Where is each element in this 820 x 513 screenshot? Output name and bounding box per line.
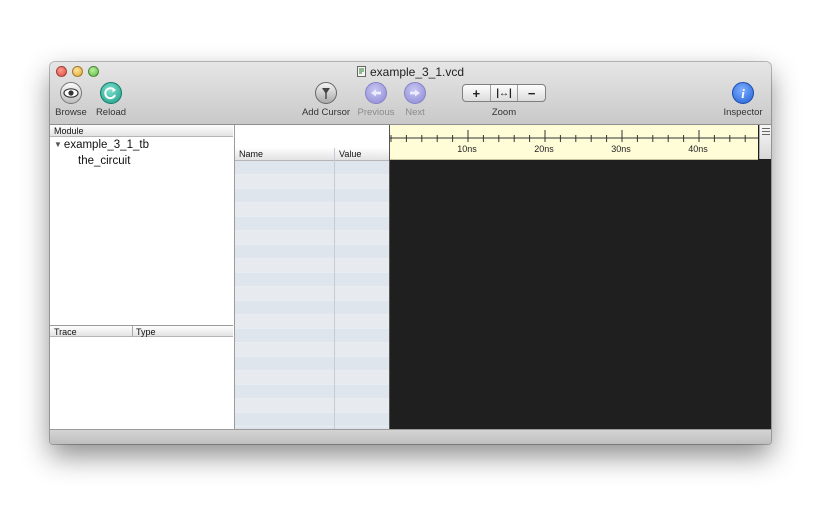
list-row [235,245,389,259]
trace-column-header[interactable]: Trace [54,327,77,337]
list-row [235,301,389,315]
tick-label: 30ns [611,144,631,154]
info-icon: i [732,82,754,104]
reload-button[interactable]: Reload [93,82,129,118]
next-label: Next [405,107,425,118]
list-row [235,189,389,203]
tree-item-label: example_3_1_tb [63,139,149,151]
reload-icon [100,82,122,104]
tree-item-example-3-1-tb[interactable]: ▼ example_3_1_tb [54,139,149,151]
zoom-in-button[interactable]: + [463,85,491,101]
ruler-menu-button[interactable] [759,125,771,159]
signal-list-top [235,125,389,149]
document-icon [356,66,366,77]
window-title: example_3_1.vcd [50,65,771,79]
status-bar [50,429,771,444]
list-row [235,371,389,385]
add-cursor-icon [315,82,337,104]
list-row [235,161,389,175]
ruler-ticks: 10ns 20ns 30ns 40ns [390,130,758,154]
signal-list-header: Name Value [235,148,389,161]
module-header-label: Module [54,126,84,136]
zoom-label: Zoom [491,107,517,118]
signal-rows[interactable] [235,161,389,429]
inspector-label: Inspector [723,107,763,118]
trace-header: Trace Type [50,325,233,337]
column-divider [334,148,335,429]
tick-label: 20ns [534,144,554,154]
list-row [235,231,389,245]
add-cursor-button[interactable]: Add Cursor [298,82,354,118]
sidebar: Module ▼ example_3_1_tb the_circuit Trace… [50,125,235,444]
waveform-panel[interactable]: 10ns 20ns 30ns 40ns [390,125,771,429]
list-row [235,357,389,371]
list-row [235,259,389,273]
type-column-header[interactable]: Type [136,327,156,337]
eye-icon [60,82,82,104]
list-row [235,329,389,343]
previous-button[interactable]: Previous [356,82,396,118]
disclosure-triangle-icon[interactable]: ▼ [54,140,62,149]
tree-item-the-circuit[interactable]: the_circuit [78,155,130,167]
zoom-control: + |↔| − [462,84,546,102]
zoom-fit-button[interactable]: |↔| [491,85,519,101]
tick-label: 40ns [688,144,708,154]
inspector-button[interactable]: i Inspector [721,82,765,118]
signal-list-panel: Name Value [235,125,390,429]
browse-label: Browse [55,107,87,118]
list-row [235,273,389,287]
reload-label: Reload [95,107,127,118]
value-column-header[interactable]: Value [339,149,361,159]
list-row [235,287,389,301]
next-button[interactable]: Next [398,82,432,118]
app-window: example_3_1.vcd Browse Reload Add Cursor… [50,62,771,444]
lines-icon [762,128,770,137]
list-row [235,175,389,189]
zoom-out-button[interactable]: − [518,85,545,101]
tick-label: 10ns [457,144,477,154]
list-row [235,399,389,413]
list-row [235,413,389,427]
list-row [235,343,389,357]
toolbar: example_3_1.vcd Browse Reload Add Cursor… [50,62,771,125]
browse-button[interactable]: Browse [53,82,89,118]
list-row [235,385,389,399]
next-icon [404,82,426,104]
list-row [235,315,389,329]
name-column-header[interactable]: Name [239,149,263,159]
svg-text:i: i [741,86,745,101]
previous-icon [365,82,387,104]
previous-label: Previous [357,107,395,118]
list-row [235,203,389,217]
module-header: Module [50,125,233,137]
time-ruler[interactable]: 10ns 20ns 30ns 40ns [390,125,758,160]
list-row [235,217,389,231]
add-cursor-label: Add Cursor [301,107,351,118]
column-divider [132,326,133,337]
tree-item-label: the_circuit [78,155,131,167]
window-title-text: example_3_1.vcd [369,65,465,79]
